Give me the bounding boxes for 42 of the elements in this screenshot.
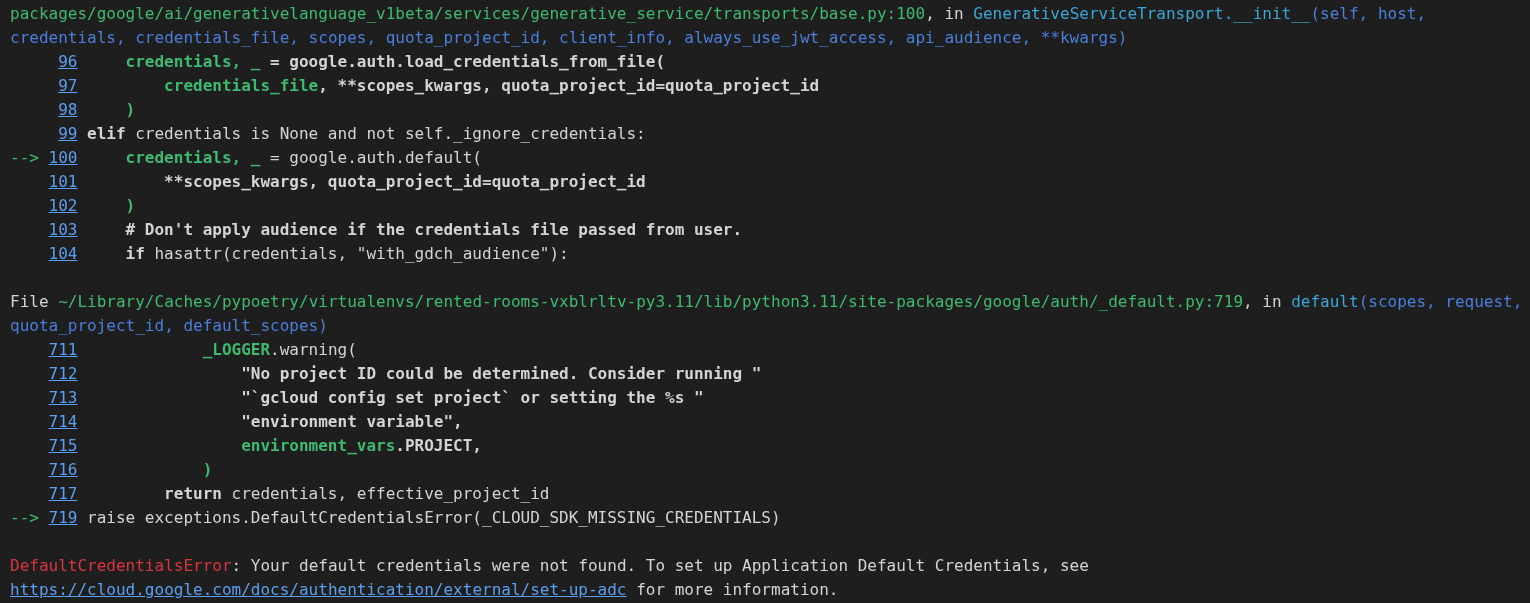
line-number-link[interactable]: 96 (58, 52, 78, 71)
line-number-link[interactable]: 711 (48, 340, 78, 359)
code-line: credentials_file, **scopes_kwargs, quota_project_id=quota_project_id (163, 75, 820, 97)
line-number-link[interactable]: 103 (48, 220, 78, 239)
code-line: "No project ID could be determined. Consider running " (240, 363, 762, 385)
line-number-link[interactable]: 713 (48, 388, 78, 407)
code-line: **scopes_kwargs, quota_project_id=quota_project_id (163, 171, 646, 193)
traceback-header: credentials, credentials_file, scopes, quota_project_id, client_info, always_use_jwt_access, api_audience, **kwargs) (10, 27, 1129, 49)
line-number-link[interactable]: 104 (48, 244, 78, 263)
code-line: "environment variable", (240, 411, 463, 433)
current-line-arrow: --> (10, 148, 39, 167)
traceback-header: quota_project_id, default_scopes) (10, 315, 329, 337)
code-line: if hasattr(credentials, "with_gdch_audience"): (124, 243, 569, 265)
code-line: # Don't apply audience if the credentials file passed from user. (124, 219, 743, 241)
traceback-header: File ~/Library/Caches/pypoetry/virtualenvs/rented-rooms-vxblrltv-py3.11/lib/python3.11/site-packages/google/auth/_default.py:719, in default(scopes, request, (10, 291, 1520, 313)
line-number-link[interactable]: 97 (58, 76, 78, 95)
code-line: _LOGGER.warning( (201, 339, 357, 361)
code-line: credentials, _ = google.auth.default( (124, 147, 482, 169)
line-number-link[interactable]: 101 (48, 172, 78, 191)
code-line: ) (124, 195, 136, 217)
code-line: environment_vars.PROJECT, (240, 435, 482, 457)
docs-link[interactable]: https://cloud.google.com/docs/authentication/external/set-up-adc (10, 580, 627, 599)
code-line: ) (124, 99, 136, 121)
current-line-arrow: --> (10, 508, 39, 527)
code-line: ) (201, 459, 213, 481)
code-line: raise exceptions.DefaultCredentialsError(_CLOUD_SDK_MISSING_CREDENTIALS) (87, 507, 781, 529)
line-number-link[interactable]: 717 (48, 484, 78, 503)
line-number-link[interactable]: 98 (58, 100, 78, 119)
line-number-link[interactable]: 99 (58, 124, 78, 143)
line-number-link[interactable]: 719 (48, 508, 78, 527)
line-number-link[interactable]: 100 (48, 148, 78, 167)
code-line: return credentials, effective_project_id (163, 483, 550, 505)
line-number-link[interactable]: 714 (48, 412, 78, 431)
code-line: credentials, _ = google.auth.load_credentials_from_file( (124, 51, 665, 73)
error-message: DefaultCredentialsError: Your default credentials were not found. To set up Application Default Credentials, see https://cloud.google.com/docs/authentication/external/set-up-adc for more information. (10, 555, 1090, 601)
line-number-link[interactable]: 712 (48, 364, 78, 383)
code-line: elif credentials is None and not self._ignore_credentials: (87, 123, 646, 145)
line-number-link[interactable]: 102 (48, 196, 78, 215)
line-number-link[interactable]: 715 (48, 436, 78, 455)
line-number-link[interactable]: 716 (48, 460, 78, 479)
code-line: "`gcloud config set project` or setting the %s " (240, 387, 704, 409)
traceback-header: packages/google/ai/generativelanguage_v1beta/services/generative_service/transports/base.py:100, in GenerativeServiceTransport.__init__(self, host, (10, 3, 1428, 25)
